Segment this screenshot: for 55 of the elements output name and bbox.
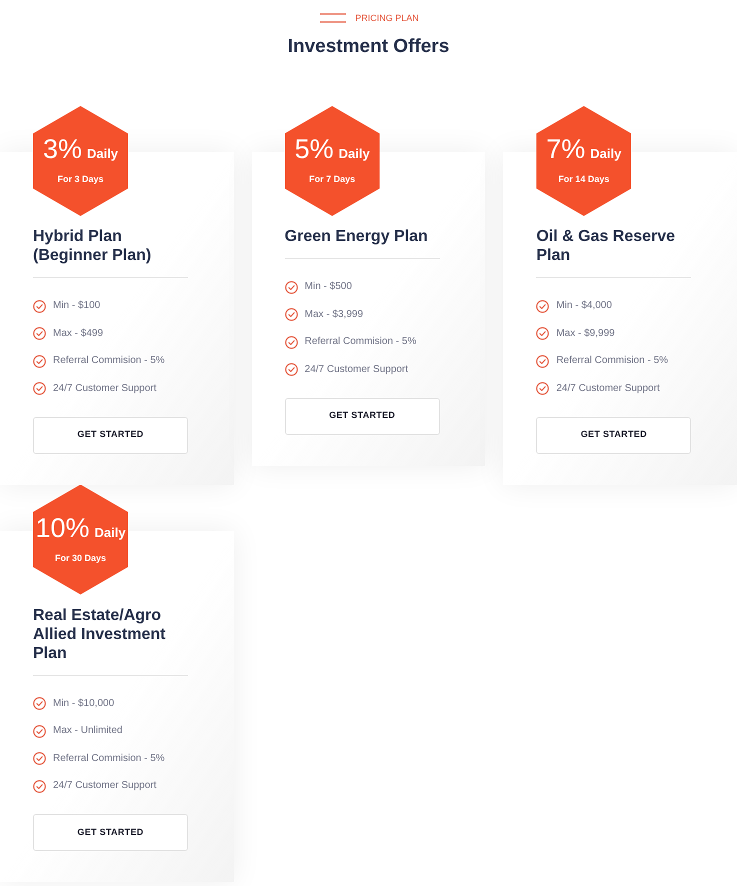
- get-started-button[interactable]: GET STARTED: [33, 814, 188, 851]
- rate-percent: 10%: [35, 514, 90, 542]
- get-started-button[interactable]: GET STARTED: [536, 416, 692, 454]
- feature-text: Referral Commision - 5%: [53, 354, 165, 368]
- feature-text: Referral Commision - 5%: [53, 752, 165, 766]
- plan-title: Hybrid Plan (Beginner Plan): [33, 227, 152, 265]
- check-circle-icon: [536, 354, 550, 368]
- check-circle-icon: [536, 382, 550, 395]
- get-started-button[interactable]: GET STARTED: [284, 398, 440, 434]
- check-circle-icon: [284, 280, 298, 294]
- get-started-button[interactable]: GET STARTED: [33, 416, 188, 454]
- feature-text: Referral Commision - 5%: [304, 335, 416, 349]
- duration-text: For 14 Days: [558, 173, 610, 185]
- check-circle-icon: [33, 697, 46, 710]
- check-circle-icon: [33, 752, 46, 765]
- feature-text: Min - $500: [304, 280, 352, 294]
- duration-text: For 30 Days: [54, 552, 106, 564]
- rate-period: Daily: [338, 147, 370, 161]
- feature-text: Min - $100: [53, 299, 100, 313]
- duration-text: For 7 Days: [309, 173, 356, 185]
- feature-text: Min - $10,000: [53, 696, 114, 710]
- check-circle-icon: [33, 724, 46, 738]
- check-circle-icon: [33, 300, 46, 312]
- plan-title: Real Estate/Agro Allied Investment Plan: [33, 606, 166, 662]
- check-circle-icon: [33, 382, 46, 395]
- rate-period: Daily: [86, 147, 118, 161]
- duration-text: For 3 Days: [57, 173, 104, 185]
- feature-text: Referral Commision - 5%: [556, 354, 668, 368]
- feature-text: Min - $4,000: [556, 299, 612, 313]
- feature-text: 24/7 Customer Support: [53, 382, 156, 396]
- check-circle-icon: [284, 308, 298, 321]
- check-circle-icon: [284, 336, 298, 348]
- feature-text: Max - $499: [53, 326, 104, 340]
- check-circle-icon: [536, 300, 550, 312]
- rate-percent: 3%: [42, 136, 82, 163]
- check-circle-icon: [536, 327, 550, 340]
- eyebrow-label: PRICING PLAN: [355, 12, 419, 24]
- rate-percent: 7%: [546, 136, 586, 163]
- feature-text: Max - $9,999: [556, 326, 615, 340]
- double-line-icon: [320, 13, 346, 23]
- rate-percent: 5%: [294, 136, 334, 163]
- check-circle-icon: [284, 363, 298, 376]
- rate-period: Daily: [94, 526, 126, 540]
- feature-text: Max - Unlimited: [53, 724, 122, 738]
- check-circle-icon: [33, 354, 46, 368]
- check-circle-icon: [33, 327, 46, 340]
- plan-title: Oil & Gas Reserve Plan: [536, 227, 676, 265]
- plan-title: Green Energy Plan: [284, 227, 429, 246]
- feature-text: Max - $3,999: [304, 308, 364, 322]
- check-circle-icon: [33, 780, 46, 792]
- rate-period: Daily: [590, 147, 622, 161]
- section-title: Investment Offers: [288, 35, 450, 59]
- feature-text: 24/7 Customer Support: [304, 362, 408, 376]
- feature-text: 24/7 Customer Support: [556, 382, 660, 396]
- feature-text: 24/7 Customer Support: [53, 779, 156, 793]
